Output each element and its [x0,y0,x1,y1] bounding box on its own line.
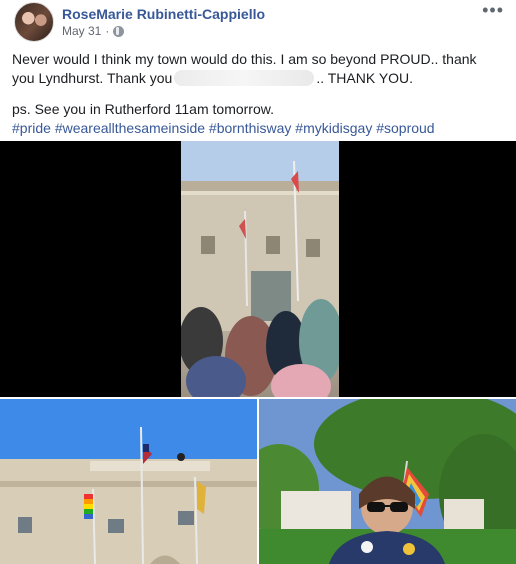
photo-woman-pride-flag[interactable] [259,399,516,564]
meta-separator: · [105,24,110,38]
globe-icon[interactable] [113,25,125,37]
post-meta: May 31 · [62,24,125,38]
author-avatar[interactable] [14,2,54,42]
hashtag-bornthisway[interactable]: #bornthisway [209,120,292,136]
post-text-line-3: ps. See you in Rutherford 11am tomorrow. [12,101,274,117]
post-text: Never would I think my town would do thi… [12,50,506,138]
building-flags-image [0,399,257,564]
woman-pride-flag-image [259,399,516,564]
hashtag-soproud[interactable]: #soproud [376,120,434,136]
hashtag-line: #pride #weareallthesameinside #bornthisw… [12,119,506,138]
video-frame [181,141,339,397]
post-header: RoseMarie Rubinetti-Cappiello May 31 · •… [14,0,504,42]
photo-grid [0,399,516,564]
facebook-post: RoseMarie Rubinetti-Cappiello May 31 · •… [0,0,516,564]
blurred-name [174,70,315,86]
post-text-line-1: Never would I think my town would do thi… [12,51,477,67]
hashtag-weareallthesameinside[interactable]: #weareallthesameinside [55,120,205,136]
more-options-button[interactable]: ••• [482,0,504,21]
video-player[interactable] [0,141,516,397]
hashtag-pride[interactable]: #pride [12,120,51,136]
post-text-line-2: you Lyndhurst. Thank you .. THANK YOU. [12,69,506,88]
post-text-line-2-end: .. THANK YOU. [316,70,414,86]
hashtag-mykidisgay[interactable]: #mykidisgay [295,120,372,136]
video-still-flag-raising [181,141,339,397]
photo-building-flags[interactable] [0,399,257,564]
post-date[interactable]: May 31 [62,24,101,38]
post-text-line-2-start: you Lyndhurst. Thank you [12,70,173,86]
author-name[interactable]: RoseMarie Rubinetti-Cappiello [62,6,265,22]
